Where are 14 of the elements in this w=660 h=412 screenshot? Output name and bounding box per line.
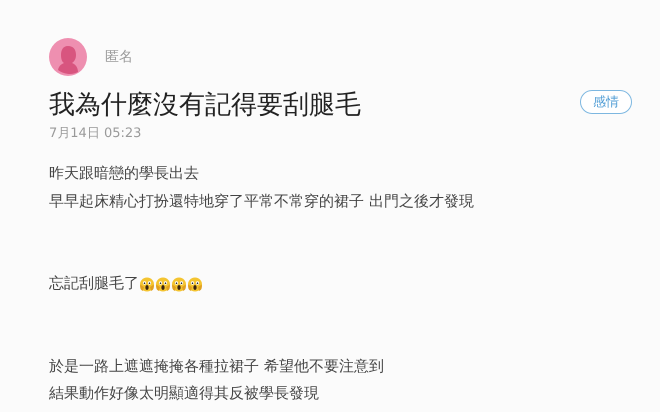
body-text: 於是一路上遮遮掩掩各種拉裙子 希望他不要注意到	[49, 356, 384, 376]
scream-face-icon	[155, 276, 171, 292]
scream-face-icon	[171, 276, 187, 292]
scream-face-icon	[187, 276, 203, 292]
post-title: 我為什麼沒有記得要刮腿毛	[49, 89, 361, 122]
author-name: 匿名	[105, 48, 133, 66]
body-text: 昨天跟暗戀的學長出去	[49, 163, 199, 184]
body-text: 忘記刮腿毛了	[49, 273, 139, 294]
body-text: 結果動作好像太明顯適得其反被學長發現	[49, 383, 319, 404]
avatar	[49, 38, 87, 76]
scream-face-icon	[139, 276, 155, 292]
body-text: 早早起床精心打扮還特地穿了平常不常穿的裙子 出門之後才發現	[49, 190, 474, 212]
post-date: 7月14日 05:23	[49, 125, 142, 142]
category-tag[interactable]: 感情	[580, 90, 632, 114]
